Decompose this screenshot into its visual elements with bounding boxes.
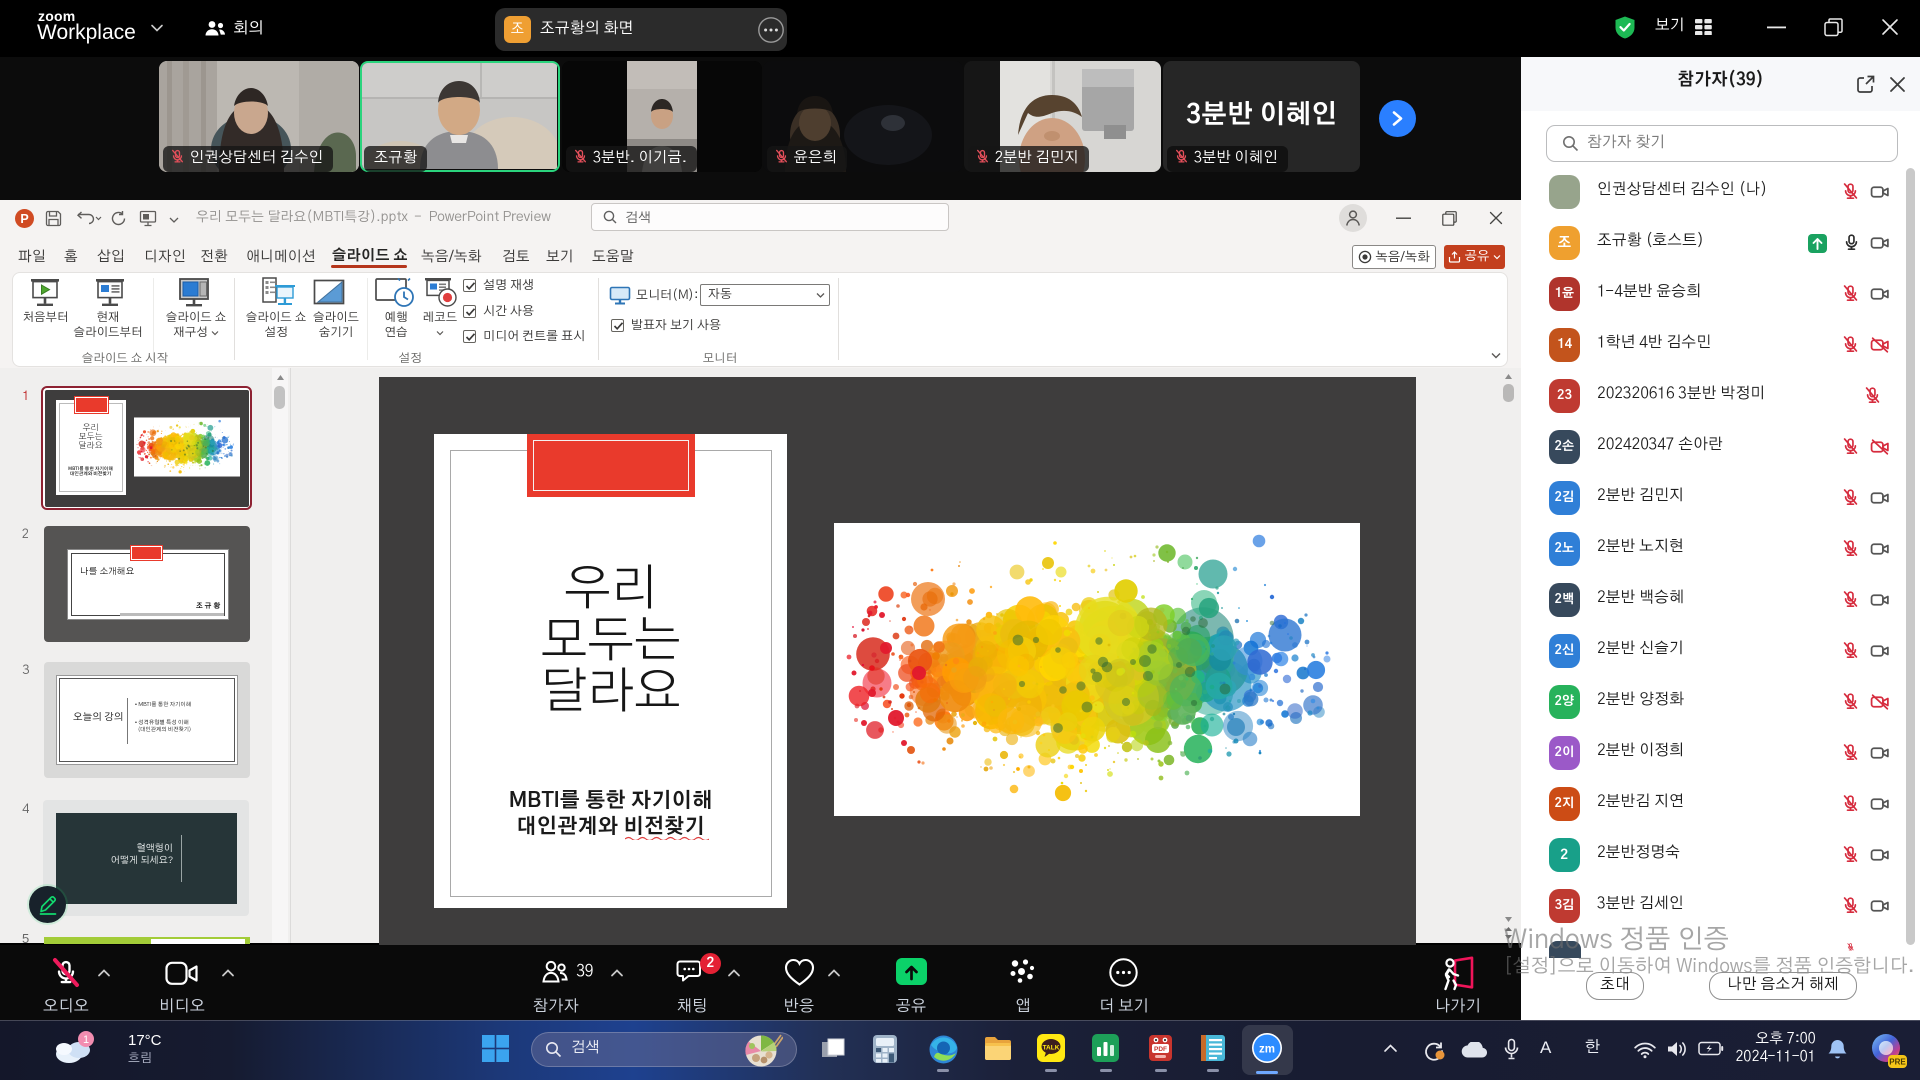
svg-text:PDF: PDF bbox=[1154, 1046, 1167, 1053]
svg-text:P: P bbox=[20, 212, 28, 226]
svg-text:1: 1 bbox=[83, 1034, 89, 1046]
svg-text:zm: zm bbox=[1259, 1044, 1275, 1056]
svg-text:TALK: TALK bbox=[1043, 1045, 1060, 1052]
svg-text:PRE: PRE bbox=[1889, 1058, 1906, 1067]
